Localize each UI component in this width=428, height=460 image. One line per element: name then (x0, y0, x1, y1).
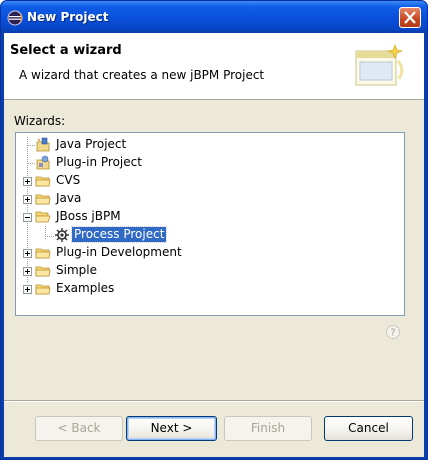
tree-item-label: Examples (56, 281, 115, 295)
tree-item-label: Simple (56, 263, 97, 277)
tree-item-java-project[interactable]: Java Project (16, 136, 396, 154)
new-project-window: New Project Select a wizard A wizard tha… (0, 0, 428, 460)
wizards-tree[interactable]: Java Project Plug-in Project CVS Java JB… (15, 132, 405, 316)
cancel-button[interactable]: Cancel (324, 416, 413, 441)
tree-item-java[interactable]: Java (16, 190, 396, 208)
process-project-icon (55, 228, 69, 242)
dialog-client-area: Select a wizard A wizard that creates a … (4, 33, 424, 457)
button-bar-separator (4, 400, 424, 402)
tree-item-process-project[interactable]: Process Project (16, 226, 396, 244)
tree-item-label: CVS (56, 173, 81, 187)
plugin-project-icon (36, 155, 50, 170)
header-title: Select a wizard (10, 43, 122, 58)
expand-toggle[interactable] (23, 285, 32, 294)
help-icon[interactable]: ? (385, 324, 401, 340)
back-button[interactable]: < Back (35, 416, 123, 441)
wizard-header: Select a wizard A wizard that creates a … (4, 33, 424, 100)
tree-item-label: Plug-in Project (56, 155, 142, 169)
folder-icon (35, 284, 51, 295)
tree-item-label: Process Project (70, 226, 168, 243)
folder-icon (35, 176, 51, 187)
tree-item-label: Plug-in Development (56, 245, 182, 259)
new-wizard-banner-icon (355, 44, 404, 86)
expand-toggle[interactable] (23, 177, 32, 186)
tree-item-label: Java Project (56, 137, 127, 151)
tree-item-plugin-development[interactable]: Plug-in Development (16, 244, 396, 262)
tree-item-cvs[interactable]: CVS (16, 172, 396, 190)
finish-button[interactable]: Finish (224, 416, 312, 441)
expand-toggle[interactable] (23, 267, 32, 276)
collapse-toggle[interactable] (23, 213, 32, 222)
close-icon (404, 11, 416, 24)
close-button[interactable] (399, 7, 421, 28)
eclipse-icon (7, 10, 23, 26)
wizards-label: Wizards: (14, 114, 66, 128)
title-bar[interactable]: New Project (1, 1, 427, 33)
svg-text:?: ? (390, 328, 395, 339)
tree-item-jboss-jbpm[interactable]: JBoss jBPM (16, 208, 396, 226)
tree-item-examples[interactable]: Examples (16, 280, 396, 298)
header-description: A wizard that creates a new jBPM Project (19, 68, 265, 82)
folder-icon (35, 266, 51, 277)
folder-open-icon (35, 211, 51, 223)
window-title: New Project (27, 10, 109, 24)
expand-toggle[interactable] (23, 195, 32, 204)
expand-toggle[interactable] (23, 249, 32, 258)
folder-icon (35, 248, 51, 259)
tree-item-plugin-project[interactable]: Plug-in Project (16, 154, 396, 172)
java-project-icon (36, 137, 50, 152)
tree-item-label: JBoss jBPM (56, 209, 121, 223)
tree-item-simple[interactable]: Simple (16, 262, 396, 280)
next-button[interactable]: Next > (126, 416, 217, 441)
tree-item-label: Java (56, 191, 82, 205)
folder-icon (35, 194, 51, 205)
